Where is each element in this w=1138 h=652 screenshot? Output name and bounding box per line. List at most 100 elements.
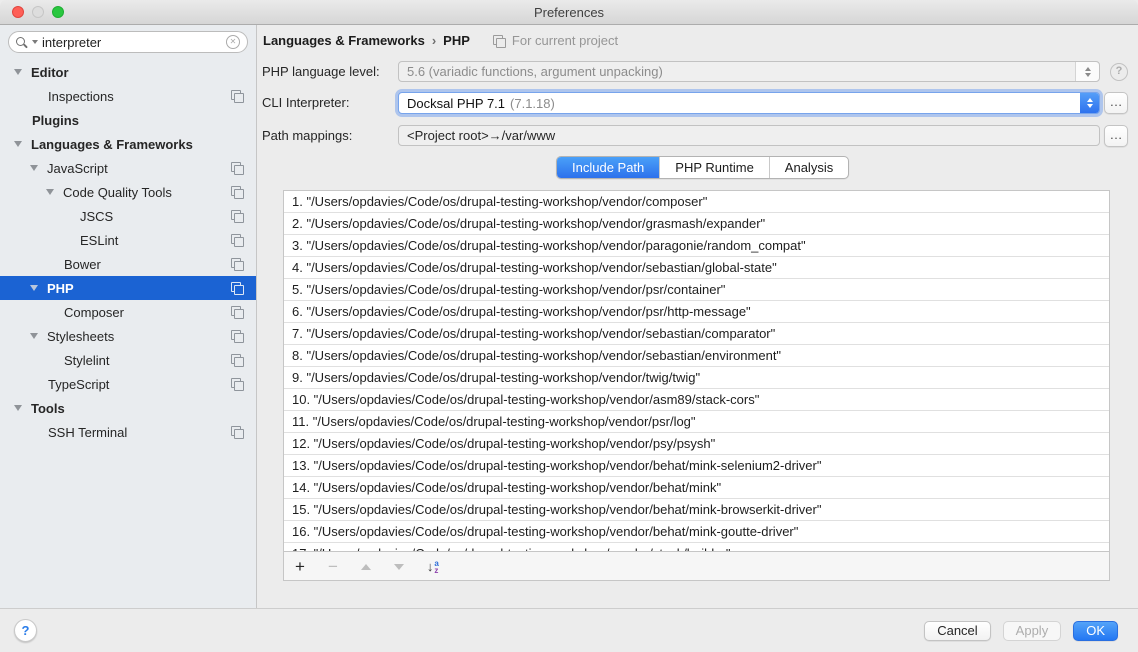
dialog-footer: ? Cancel Apply OK (0, 608, 1138, 652)
sidebar-item-label: Stylelint (64, 353, 110, 368)
sidebar-item-label: Bower (64, 257, 101, 272)
ok-button[interactable]: OK (1073, 621, 1118, 641)
sidebar-item-stylelint[interactable]: Stylelint (0, 348, 256, 372)
search-options-caret-icon[interactable] (32, 40, 38, 44)
include-path-row[interactable]: 1. "/Users/opdavies/Code/os/drupal-testi… (284, 191, 1109, 213)
shared-settings-icon (231, 426, 244, 438)
include-path-row[interactable]: 16. "/Users/opdavies/Code/os/drupal-test… (284, 521, 1109, 543)
include-path-row[interactable]: 10. "/Users/opdavies/Code/os/drupal-test… (284, 389, 1109, 411)
tree-expand-arrow-icon[interactable] (30, 165, 38, 171)
sidebar-item-tools[interactable]: Tools (0, 396, 256, 420)
sidebar-item-label: SSH Terminal (48, 425, 127, 440)
sidebar-item-label: PHP (47, 281, 74, 296)
sidebar-item-bower[interactable]: Bower (0, 252, 256, 276)
settings-search-input[interactable]: interpreter ✕ (8, 31, 248, 53)
sidebar-item-label: Editor (31, 65, 69, 80)
sort-alphabetically-icon[interactable]: ↓ az (427, 559, 439, 574)
include-path-toolbar: + − ↓ az (284, 553, 1109, 580)
sidebar-item-eslint[interactable]: ESLint (0, 228, 256, 252)
tree-expand-arrow-icon[interactable] (46, 189, 54, 195)
path-mappings-field[interactable]: <Project root>→/var/www (398, 125, 1100, 146)
shared-settings-icon (231, 186, 244, 198)
language-level-value: 5.6 (variadic functions, argument unpack… (407, 64, 1075, 79)
path-mappings-value: <Project root>→/var/www (407, 128, 555, 143)
apply-button[interactable]: Apply (1003, 621, 1062, 641)
shared-settings-icon (231, 330, 244, 342)
titlebar: Preferences (0, 0, 1138, 25)
tree-expand-arrow-icon[interactable] (14, 69, 22, 75)
include-path-row[interactable]: 12. "/Users/opdavies/Code/os/drupal-test… (284, 433, 1109, 455)
sidebar-item-typescript[interactable]: TypeScript (0, 372, 256, 396)
path-mappings-browse-button[interactable]: … (1104, 125, 1128, 147)
sidebar-item-javascript[interactable]: JavaScript (0, 156, 256, 180)
tree-expand-arrow-icon[interactable] (14, 405, 22, 411)
include-path-row[interactable]: 3. "/Users/opdavies/Code/os/drupal-testi… (284, 235, 1109, 257)
sidebar-item-jscs[interactable]: JSCS (0, 204, 256, 228)
sidebar-item-languages-frameworks[interactable]: Languages & Frameworks (0, 132, 256, 156)
sidebar-item-plugins[interactable]: Plugins (0, 108, 256, 132)
close-button[interactable] (12, 6, 24, 18)
cli-interpreter-label: CLI Interpreter: (262, 92, 349, 113)
language-level-stepper-icon (1075, 62, 1099, 81)
include-path-row[interactable]: 17. "/Users/opdavies/Code/os/drupal-test… (284, 543, 1109, 552)
include-path-row[interactable]: 8. "/Users/opdavies/Code/os/drupal-testi… (284, 345, 1109, 367)
sidebar-item-label: Code Quality Tools (63, 185, 172, 200)
minimize-button[interactable] (32, 6, 44, 18)
include-path-row[interactable]: 5. "/Users/opdavies/Code/os/drupal-testi… (284, 279, 1109, 301)
traffic-lights (12, 6, 64, 18)
cli-interpreter-version: (7.1.18) (510, 96, 555, 111)
shared-settings-icon (231, 234, 244, 246)
scope-indicator: For current project (493, 33, 618, 48)
move-up-icon (361, 564, 371, 570)
sidebar-item-label: JavaScript (47, 161, 108, 176)
project-settings-icon (493, 35, 506, 47)
php-settings-tabs: Include Path PHP Runtime Analysis (556, 156, 849, 179)
cli-interpreter-browse-button[interactable]: … (1104, 92, 1128, 114)
sidebar-item-inspections[interactable]: Inspections (0, 84, 256, 108)
tree-expand-arrow-icon[interactable] (30, 333, 38, 339)
cancel-button[interactable]: Cancel (924, 621, 990, 641)
sidebar-item-label: JSCS (80, 209, 113, 224)
cli-interpreter-stepper-icon[interactable] (1080, 93, 1099, 113)
sidebar-item-label: Stylesheets (47, 329, 114, 344)
add-path-icon[interactable]: + (295, 558, 305, 575)
tab-include-path[interactable]: Include Path (557, 157, 659, 178)
sidebar-item-php[interactable]: PHP (0, 276, 256, 300)
settings-sidebar: interpreter ✕ Editor Inspections Plugins La… (0, 25, 257, 608)
help-button[interactable]: ? (14, 619, 37, 642)
zoom-button[interactable] (52, 6, 64, 18)
shared-settings-icon (231, 378, 244, 390)
search-icon (16, 36, 30, 49)
include-path-row[interactable]: 15. "/Users/opdavies/Code/os/drupal-test… (284, 499, 1109, 521)
sidebar-item-code-quality-tools[interactable]: Code Quality Tools (0, 180, 256, 204)
tab-analysis[interactable]: Analysis (769, 157, 848, 178)
tree-expand-arrow-icon[interactable] (30, 285, 38, 291)
include-path-row[interactable]: 2. "/Users/opdavies/Code/os/drupal-testi… (284, 213, 1109, 235)
breadcrumb-languages-frameworks[interactable]: Languages & Frameworks (263, 33, 425, 48)
include-path-row[interactable]: 9. "/Users/opdavies/Code/os/drupal-testi… (284, 367, 1109, 389)
sidebar-item-stylesheets[interactable]: Stylesheets (0, 324, 256, 348)
language-level-select[interactable]: 5.6 (variadic functions, argument unpack… (398, 61, 1100, 82)
settings-tree: Editor Inspections Plugins Languages & Fram… (0, 60, 256, 444)
shared-settings-icon (231, 258, 244, 270)
include-path-row[interactable]: 7. "/Users/opdavies/Code/os/drupal-testi… (284, 323, 1109, 345)
tab-php-runtime[interactable]: PHP Runtime (659, 157, 769, 178)
sidebar-item-ssh-terminal[interactable]: SSH Terminal (0, 420, 256, 444)
sidebar-item-label: Tools (31, 401, 65, 416)
cli-interpreter-select[interactable]: Docksal PHP 7.1(7.1.18) (398, 92, 1100, 114)
sidebar-item-label: Inspections (48, 89, 114, 104)
include-path-row[interactable]: 14. "/Users/opdavies/Code/os/drupal-test… (284, 477, 1109, 499)
php-settings-pane: Languages & Frameworks › PHP For current… (257, 25, 1138, 608)
include-path-row[interactable]: 13. "/Users/opdavies/Code/os/drupal-test… (284, 455, 1109, 477)
sidebar-item-editor[interactable]: Editor (0, 60, 256, 84)
move-down-icon (394, 564, 404, 570)
include-path-panel: 1. "/Users/opdavies/Code/os/drupal-testi… (283, 190, 1110, 581)
include-path-row[interactable]: 4. "/Users/opdavies/Code/os/drupal-testi… (284, 257, 1109, 279)
language-level-help-icon[interactable]: ? (1110, 63, 1128, 81)
include-path-row[interactable]: 6. "/Users/opdavies/Code/os/drupal-testi… (284, 301, 1109, 323)
tree-expand-arrow-icon[interactable] (14, 141, 22, 147)
sidebar-item-label: Languages & Frameworks (31, 137, 193, 152)
sidebar-item-composer[interactable]: Composer (0, 300, 256, 324)
include-path-row[interactable]: 11. "/Users/opdavies/Code/os/drupal-test… (284, 411, 1109, 433)
clear-search-icon[interactable]: ✕ (226, 35, 240, 49)
